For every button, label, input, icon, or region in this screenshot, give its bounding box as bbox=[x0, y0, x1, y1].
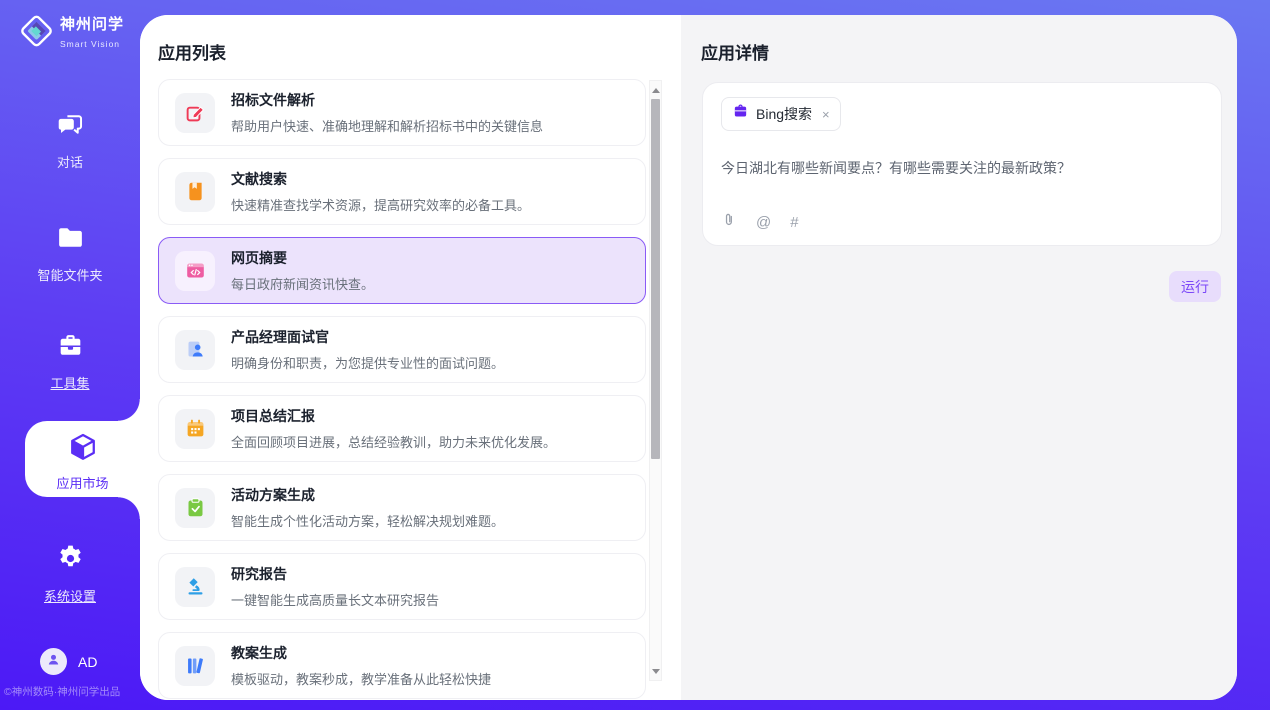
prompt-input[interactable]: 今日湖北有哪些新闻要点？有哪些需要关注的最新政策？ bbox=[721, 158, 1203, 179]
app-card-5[interactable]: 项目总结汇报 全面回顾项目进展，总结经验教训，助力未来优化发展。 bbox=[158, 395, 646, 462]
sidebar-item-label: 对话 bbox=[0, 152, 140, 171]
browser-code-icon bbox=[175, 251, 215, 291]
app-card-4[interactable]: 产品经理面试官 明确身份和职责，为您提供专业性的面试问题。 bbox=[158, 316, 646, 383]
scrollbar-thumb[interactable] bbox=[651, 99, 660, 459]
scrollbar-up-button[interactable] bbox=[650, 83, 661, 97]
diamond-logo-icon bbox=[18, 11, 55, 56]
sidebar: 神州问学 Smart Vision 对话 智能文件夹 bbox=[0, 0, 140, 710]
app-card-7[interactable]: 研究报告 一键智能生成高质量长文本研究报告 bbox=[158, 553, 646, 620]
copyright-footer: ©神州数码·神州问学出品 bbox=[4, 684, 140, 699]
app-card-title: 活动方案生成 bbox=[231, 485, 504, 505]
microscope-icon bbox=[175, 567, 215, 607]
app-card-title: 产品经理面试官 bbox=[231, 327, 504, 347]
app-card-description: 智能生成个性化活动方案，轻松解决规划难题。 bbox=[231, 511, 504, 530]
app-card-6[interactable]: 活动方案生成 智能生成个性化活动方案，轻松解决规划难题。 bbox=[158, 474, 646, 541]
calendar-icon bbox=[175, 409, 215, 449]
app-detail-panel: 应用详情 Bing搜索 × 今日湖北有哪些新闻要点？有哪些需要关注的最新政策？ bbox=[681, 15, 1237, 700]
hash-icon[interactable]: # bbox=[790, 214, 798, 231]
app-card-title: 项目总结汇报 bbox=[231, 406, 556, 426]
app-card-title: 研究报告 bbox=[231, 564, 439, 584]
books-icon bbox=[175, 646, 215, 686]
app-card-description: 全面回顾项目进展，总结经验教训，助力未来优化发展。 bbox=[231, 432, 556, 451]
app-card-description: 每日政府新闻资讯快查。 bbox=[231, 274, 374, 293]
clipboard-check-icon bbox=[175, 488, 215, 528]
app-card-1[interactable]: 招标文件解析 帮助用户快速、准确地理解和解析招标书中的关键信息 bbox=[158, 79, 646, 146]
content-area: 应用列表 招标文件解析 帮助用户快速、准确地理解和解析招标书中的关键信息 文献搜… bbox=[140, 15, 1237, 700]
user-account[interactable]: AD bbox=[40, 648, 97, 675]
book-icon bbox=[175, 172, 215, 212]
sidebar-item-toolset[interactable]: 工具集 bbox=[0, 330, 140, 392]
attachment-toolbar: @ # bbox=[721, 211, 1203, 233]
run-button[interactable]: 运行 bbox=[1169, 271, 1221, 302]
app-card-description: 明确身份和职责，为您提供专业性的面试问题。 bbox=[231, 353, 504, 372]
prompt-card: Bing搜索 × 今日湖北有哪些新闻要点？有哪些需要关注的最新政策？ @ # bbox=[702, 82, 1222, 246]
app-card-list: 招标文件解析 帮助用户快速、准确地理解和解析招标书中的关键信息 文献搜索 快速精… bbox=[158, 79, 646, 700]
app-card-2[interactable]: 文献搜索 快速精准查找学术资源，提高研究效率的必备工具。 bbox=[158, 158, 646, 225]
app-frame: 神州问学 Smart Vision 对话 智能文件夹 bbox=[0, 0, 1270, 710]
user-initials: AD bbox=[78, 654, 97, 670]
sidebar-item-label: 应用市场 bbox=[25, 473, 140, 492]
toolbox-icon bbox=[55, 348, 86, 365]
app-card-title: 招标文件解析 bbox=[231, 90, 543, 110]
avatar bbox=[40, 648, 67, 675]
chat-icon bbox=[55, 127, 86, 144]
paperclip-icon[interactable] bbox=[721, 211, 737, 233]
triangle-up-icon bbox=[652, 88, 660, 93]
triangle-down-icon bbox=[652, 669, 660, 674]
at-icon[interactable]: @ bbox=[756, 214, 771, 231]
sidebar-item-label: 系统设置 bbox=[0, 586, 140, 605]
app-card-description: 模板驱动，教案秒成，教学准备从此轻松快捷 bbox=[231, 669, 491, 688]
cube-icon bbox=[66, 431, 100, 470]
app-list-panel: 应用列表 招标文件解析 帮助用户快速、准确地理解和解析招标书中的关键信息 文献搜… bbox=[140, 15, 681, 700]
sidebar-item-label: 工具集 bbox=[0, 373, 140, 392]
briefcase-icon bbox=[732, 103, 749, 125]
app-card-3[interactable]: 网页摘要 每日政府新闻资讯快查。 bbox=[158, 237, 646, 304]
folder-icon bbox=[55, 240, 86, 257]
tool-tag-label: Bing搜索 bbox=[756, 104, 812, 124]
app-list-title: 应用列表 bbox=[158, 39, 226, 64]
tag-remove-icon[interactable]: × bbox=[822, 108, 830, 121]
scrollbar-down-button[interactable] bbox=[650, 664, 661, 678]
brand-subtitle: Smart Vision bbox=[60, 39, 120, 49]
sidebar-item-smart-folders[interactable]: 智能文件夹 bbox=[0, 222, 140, 284]
app-card-title: 教案生成 bbox=[231, 643, 491, 663]
app-card-description: 帮助用户快速、准确地理解和解析招标书中的关键信息 bbox=[231, 116, 543, 135]
sidebar-item-label: 智能文件夹 bbox=[0, 265, 140, 284]
brand-name: 神州问学 bbox=[60, 16, 124, 33]
interviewer-icon bbox=[175, 330, 215, 370]
sidebar-item-app-market-active[interactable]: 应用市场 bbox=[25, 421, 140, 497]
tool-tag-bing-search[interactable]: Bing搜索 × bbox=[721, 97, 841, 131]
sidebar-item-chat[interactable]: 对话 bbox=[0, 109, 140, 171]
person-icon bbox=[46, 652, 61, 672]
app-card-description: 快速精准查找学术资源，提高研究效率的必备工具。 bbox=[231, 195, 530, 214]
pen-document-icon bbox=[175, 93, 215, 133]
sidebar-item-settings[interactable]: 系统设置 bbox=[0, 543, 140, 605]
app-card-title: 网页摘要 bbox=[231, 248, 374, 268]
app-list-scrollbar[interactable] bbox=[649, 80, 662, 681]
app-card-description: 一键智能生成高质量长文本研究报告 bbox=[231, 590, 439, 609]
app-card-8[interactable]: 教案生成 模板驱动，教案秒成，教学准备从此轻松快捷 bbox=[158, 632, 646, 699]
app-detail-title: 应用详情 bbox=[701, 39, 769, 64]
gear-icon bbox=[55, 561, 86, 578]
brand-logo: 神州问学 Smart Vision bbox=[18, 11, 124, 56]
app-card-title: 文献搜索 bbox=[231, 169, 530, 189]
